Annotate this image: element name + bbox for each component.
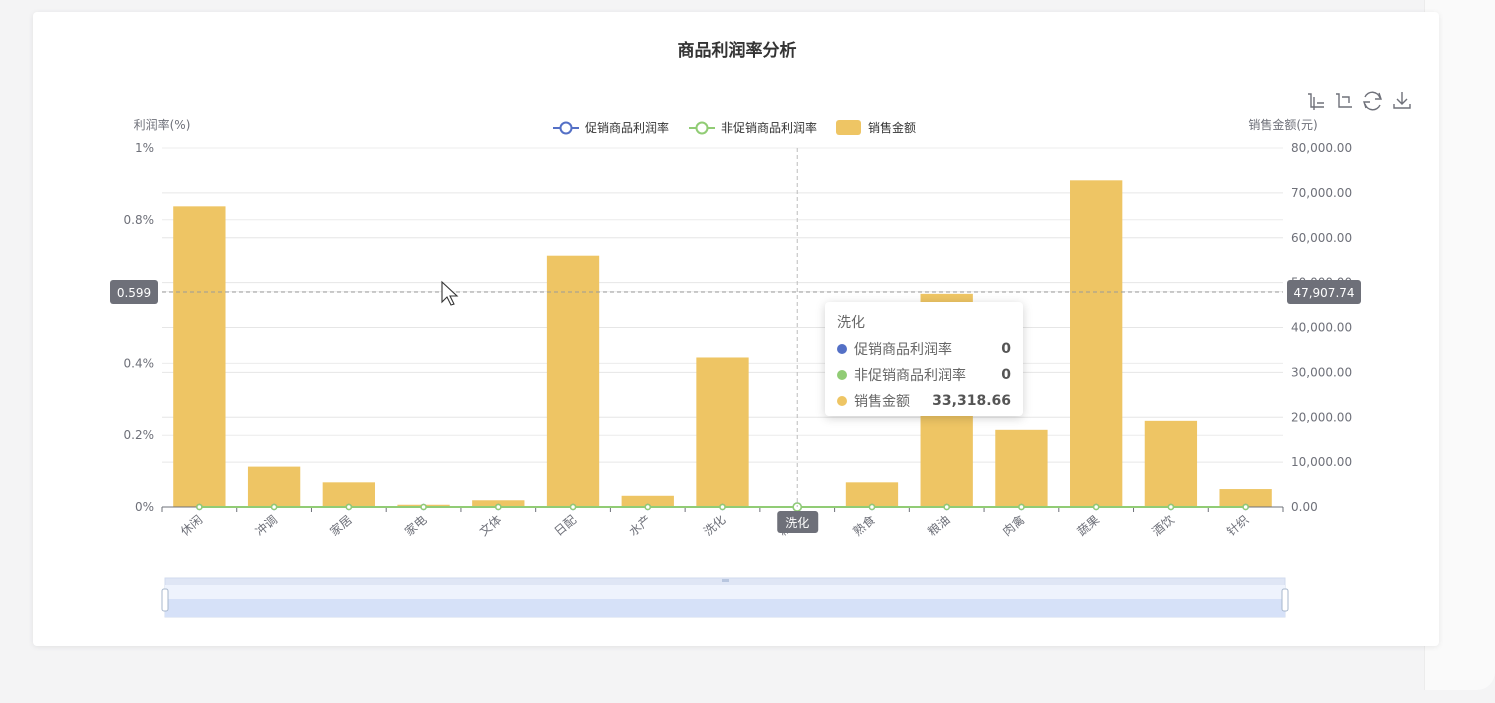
rate-point[interactable] [569, 503, 577, 511]
pointer-category-label: 洗化 [785, 516, 809, 530]
category-label: 洗化 [701, 513, 728, 539]
legend-item-promo[interactable]: 促销商品利润率 [553, 120, 669, 135]
series-dot-icon [837, 344, 847, 354]
series-dot-icon [837, 370, 847, 380]
legend-label-promo: 促销商品利润率 [585, 120, 669, 135]
rate-point[interactable] [270, 503, 278, 511]
tooltip-title: 洗化 [837, 315, 865, 331]
rate-point[interactable] [495, 503, 502, 511]
legend-label-sales: 销售金额 [868, 120, 916, 135]
tooltip-row: 非促销商品利润率 0 [837, 362, 1011, 388]
category-label: 针织 [1224, 512, 1252, 539]
left-tick-label: 0% [135, 500, 154, 514]
right-tick-label: 30,000.00 [1291, 365, 1352, 379]
rate-point[interactable] [345, 503, 353, 511]
mouse-cursor-icon [441, 280, 459, 306]
sales-bar[interactable] [173, 206, 226, 507]
rate-point[interactable] [868, 503, 876, 511]
right-tick-label: 20,000.00 [1291, 410, 1352, 424]
toolbox [1306, 90, 1412, 112]
tooltip-series-value: 0 [1001, 341, 1011, 357]
legend-label-nonpromo: 非促销商品利润率 [721, 120, 817, 135]
rate-point[interactable] [719, 503, 726, 511]
rate-point[interactable] [196, 503, 203, 511]
rate-point[interactable] [420, 503, 427, 511]
pointer-left-label: 0.599 [117, 286, 151, 300]
left-axis-ticks: 0% 0.2% 0.4% 0.8% 1% [124, 141, 155, 514]
category-label: 休闲 [178, 513, 205, 539]
right-axis-ticks: 0.00 10,000.00 20,000.00 30,000.00 40,000.00… [1291, 141, 1352, 514]
left-axis-name: 利润率(%) [134, 117, 191, 132]
crop-icon[interactable] [1306, 90, 1326, 112]
rate-point[interactable] [1018, 503, 1025, 511]
right-tick-label: 40,000.00 [1291, 321, 1352, 335]
category-label: 冲调 [252, 512, 280, 539]
category-label: 水产 [626, 513, 653, 539]
tooltip-series-name: 促销商品利润率 [854, 342, 952, 358]
category-label: 日配 [552, 513, 579, 539]
sales-bar[interactable] [322, 482, 375, 507]
crop-back-icon[interactable] [1334, 90, 1354, 112]
rate-point[interactable] [1167, 503, 1175, 511]
left-tick-label: 0.8% [124, 213, 155, 227]
right-tick-label: 0.00 [1291, 500, 1318, 514]
right-tick-label: 10,000.00 [1291, 455, 1352, 469]
sales-bar[interactable] [995, 429, 1048, 507]
chart-tooltip: 洗化 促销商品利润率 0 非促销商品利润率 0 销售金额 33,318.66 [825, 302, 1023, 416]
legend: 促销商品利润率 非促销商品利润率 销售金额 [553, 120, 916, 135]
tooltip-series-name: 销售金额 [854, 394, 910, 410]
tooltip-series-value: 0 [1001, 367, 1011, 383]
sales-bar[interactable] [1144, 420, 1198, 507]
category-label: 酒饮 [1149, 513, 1176, 539]
tooltip-row: 促销商品利润率 0 [837, 336, 1011, 362]
category-label: 肉禽 [999, 512, 1027, 539]
sales-bar[interactable] [247, 466, 301, 507]
category-label: 家居 [327, 512, 355, 539]
right-axis-name: 销售金额(元) [1248, 117, 1317, 132]
category-label: 熟食 [850, 512, 878, 539]
pointer-right-label: 47,907.74 [1293, 286, 1354, 300]
legend-item-nonpromo[interactable]: 非促销商品利润率 [689, 120, 817, 135]
left-tick-label: 0.2% [124, 428, 155, 442]
chart-title: 商品利润率分析 [678, 40, 797, 61]
download-icon[interactable] [1392, 90, 1412, 112]
data-zoom-slider[interactable] [161, 577, 1289, 618]
sales-bar[interactable] [845, 482, 899, 507]
tooltip-series-value: 33,318.66 [932, 393, 1011, 409]
category-label: 蔬果 [1075, 513, 1102, 539]
left-tick-label: 0.4% [124, 356, 155, 370]
zoom-handle-right[interactable] [1281, 588, 1289, 612]
right-tick-label: 70,000.00 [1291, 186, 1352, 200]
x-axis-labels: 休闲冲调家居家电文体日配水产洗化粮油熟食粮油肉禽蔬果酒饮针织 [178, 512, 1252, 539]
rate-point[interactable] [1242, 503, 1249, 511]
sales-bar[interactable] [696, 357, 749, 507]
category-label: 文体 [476, 512, 504, 539]
right-tick-label: 80,000.00 [1291, 141, 1352, 155]
zoom-handle-left[interactable] [161, 588, 169, 612]
sales-bars [173, 180, 1272, 507]
rate-point[interactable] [943, 503, 950, 511]
legend-item-sales[interactable]: 销售金额 [836, 120, 916, 135]
sales-bar[interactable] [546, 255, 600, 507]
sales-bar[interactable] [1070, 180, 1123, 507]
refresh-icon[interactable] [1362, 90, 1384, 112]
tooltip-row: 销售金额 33,318.66 [837, 388, 1011, 414]
zoom-move-handle[interactable] [722, 579, 729, 582]
tooltip-series-name: 非促销商品利润率 [854, 368, 966, 384]
rate-point[interactable] [644, 503, 652, 511]
category-label: 粮油 [925, 512, 953, 539]
chart-svg[interactable]: 商品利润率分析 利润率(%) 销售金额(元) 促销商品利润率 非促销商品利润率 … [0, 0, 1495, 703]
left-tick-label: 1% [135, 141, 154, 155]
right-tick-label: 60,000.00 [1291, 231, 1352, 245]
category-label: 家电 [401, 512, 429, 539]
series-dot-icon [837, 396, 847, 406]
rate-point[interactable] [1092, 503, 1100, 511]
